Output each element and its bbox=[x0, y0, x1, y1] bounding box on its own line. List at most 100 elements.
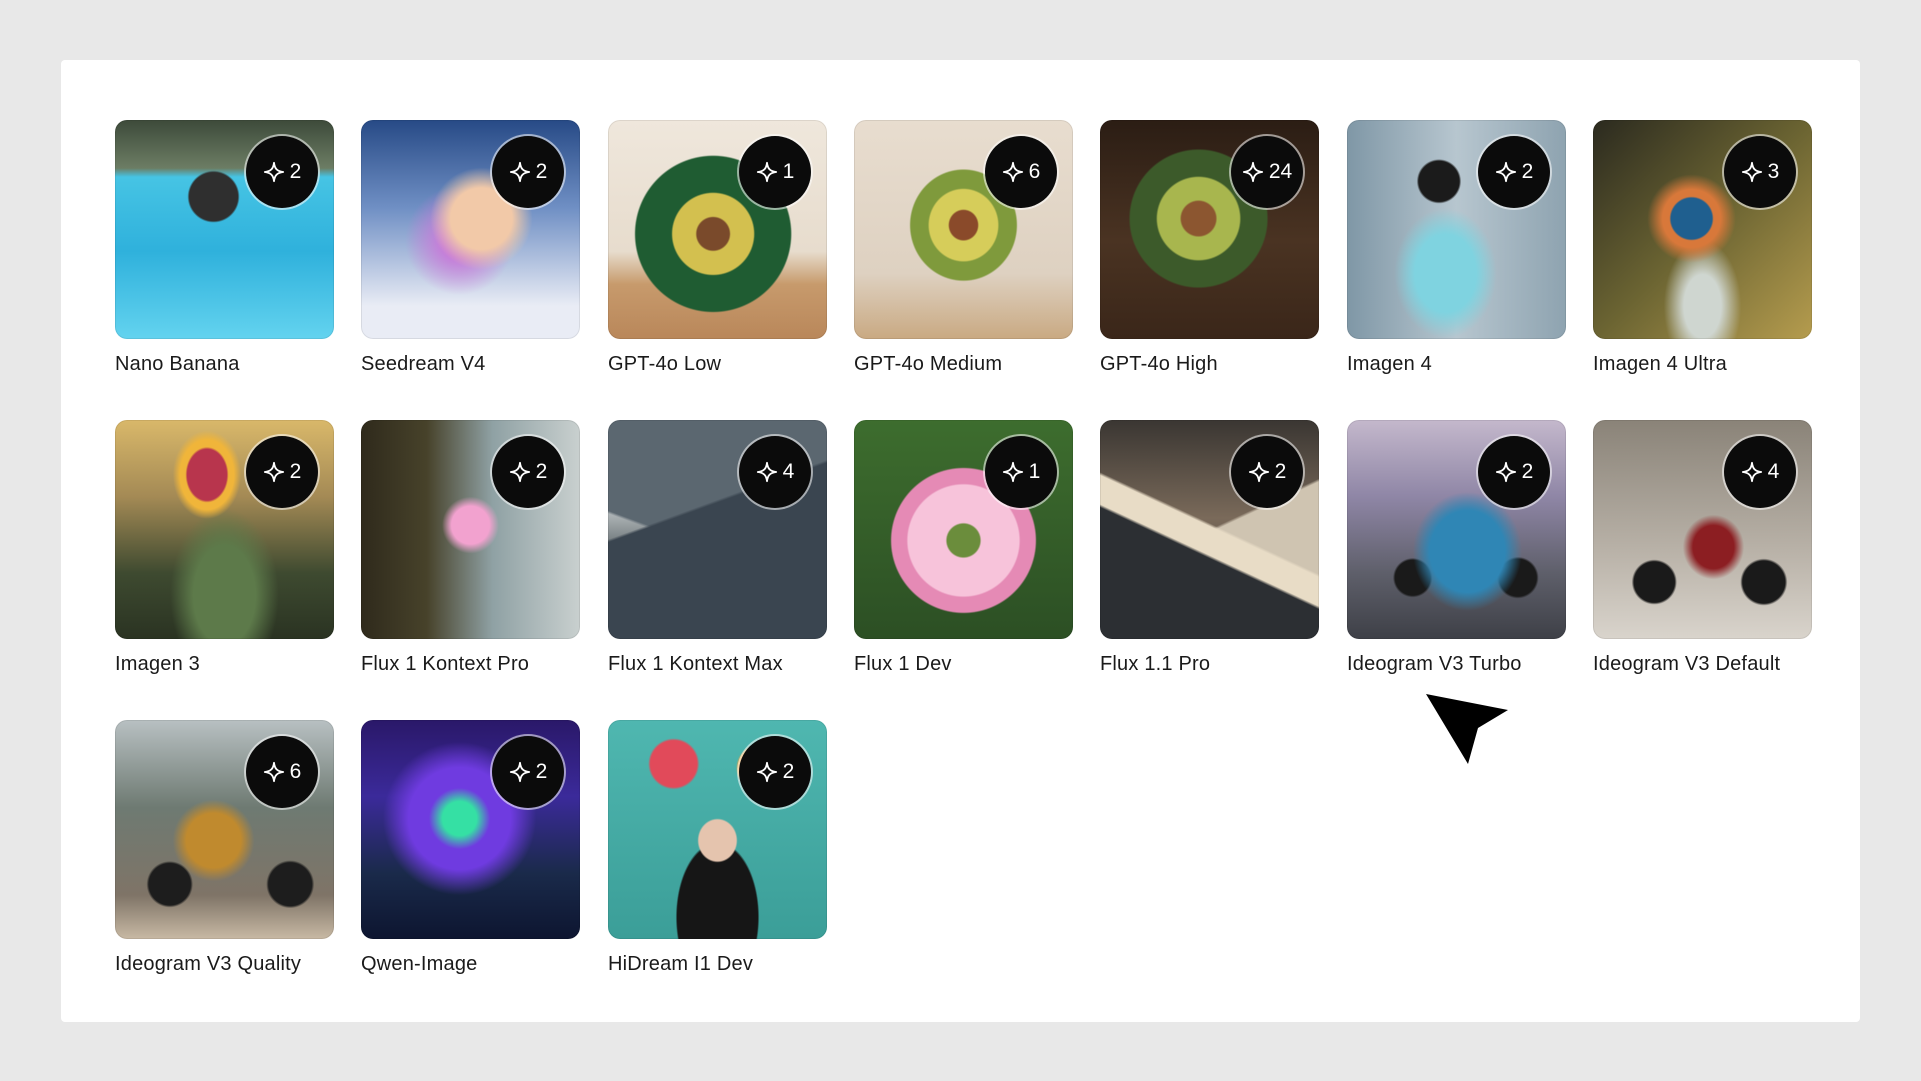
model-card[interactable]: 3 Imagen 4 Ultra bbox=[1593, 120, 1812, 376]
model-thumbnail[interactable]: 2 bbox=[361, 120, 580, 339]
credit-count: 2 bbox=[289, 160, 302, 183]
model-card[interactable]: 6 GPT-4o Medium bbox=[854, 120, 1073, 376]
credit-badge: 2 bbox=[1231, 436, 1303, 508]
model-card[interactable]: 2 HiDream I1 Dev bbox=[608, 720, 827, 976]
sparkle-icon bbox=[756, 761, 778, 783]
credit-badge: 2 bbox=[492, 736, 564, 808]
model-name: Imagen 3 bbox=[115, 653, 200, 675]
model-thumbnail[interactable]: 6 bbox=[854, 120, 1073, 339]
model-name: Flux 1.1 Pro bbox=[1100, 653, 1211, 675]
sparkle-icon bbox=[1002, 161, 1024, 183]
model-card[interactable]: 2 Ideogram V3 Turbo bbox=[1347, 420, 1566, 676]
model-name: Imagen 4 Ultra bbox=[1593, 353, 1727, 375]
credit-count: 4 bbox=[1767, 460, 1780, 483]
sparkle-icon bbox=[509, 461, 531, 483]
model-thumbnail[interactable]: 2 bbox=[1347, 420, 1566, 639]
credit-count: 6 bbox=[289, 760, 302, 783]
model-card[interactable]: 4 Ideogram V3 Default bbox=[1593, 420, 1812, 676]
sparkle-icon bbox=[1248, 461, 1270, 483]
model-thumbnail[interactable]: 4 bbox=[608, 420, 827, 639]
credit-count: 2 bbox=[1521, 460, 1534, 483]
model-card[interactable]: 2 Imagen 3 bbox=[115, 420, 334, 676]
credit-badge: 2 bbox=[1478, 136, 1550, 208]
credit-badge: 2 bbox=[246, 436, 318, 508]
model-name: Nano Banana bbox=[115, 353, 240, 375]
model-name: Qwen-Image bbox=[361, 953, 478, 975]
model-card[interactable]: 1 Flux 1 Dev bbox=[854, 420, 1073, 676]
sparkle-icon bbox=[1741, 461, 1763, 483]
model-thumbnail[interactable]: 2 bbox=[115, 420, 334, 639]
credit-badge: 4 bbox=[739, 436, 811, 508]
credit-count: 2 bbox=[535, 460, 548, 483]
credit-count: 3 bbox=[1767, 160, 1780, 183]
model-thumbnail[interactable]: 2 bbox=[608, 720, 827, 939]
sparkle-icon bbox=[1741, 161, 1763, 183]
model-name: HiDream I1 Dev bbox=[608, 953, 754, 975]
sparkle-icon bbox=[263, 161, 285, 183]
credit-badge: 2 bbox=[246, 136, 318, 208]
credit-badge: 1 bbox=[739, 136, 811, 208]
credit-count: 1 bbox=[782, 160, 795, 183]
model-name: Ideogram V3 Quality bbox=[115, 953, 302, 975]
sparkle-icon bbox=[509, 761, 531, 783]
sparkle-icon bbox=[756, 461, 778, 483]
model-card[interactable]: 2 Imagen 4 bbox=[1347, 120, 1566, 376]
model-gallery-panel: 2 Nano Banana 2 Seedream V4 1 GPT-4o Low 6 GPT-… bbox=[61, 60, 1860, 1022]
model-card[interactable]: 6 Ideogram V3 Quality bbox=[115, 720, 334, 976]
model-card[interactable]: 4 Flux 1 Kontext Max bbox=[608, 420, 827, 676]
model-thumbnail[interactable]: 6 bbox=[115, 720, 334, 939]
model-card[interactable]: 2 Flux 1 Kontext Pro bbox=[361, 420, 580, 676]
model-name: GPT-4o High bbox=[1100, 353, 1218, 375]
model-thumbnail[interactable]: 4 bbox=[1593, 420, 1812, 639]
model-card[interactable]: 1 GPT-4o Low bbox=[608, 120, 827, 376]
credit-count: 2 bbox=[782, 760, 795, 783]
sparkle-icon bbox=[1495, 461, 1517, 483]
model-thumbnail[interactable]: 3 bbox=[1593, 120, 1812, 339]
model-card[interactable]: 2 Nano Banana bbox=[115, 120, 334, 376]
sparkle-icon bbox=[1002, 461, 1024, 483]
model-card[interactable]: 2 Seedream V4 bbox=[361, 120, 580, 376]
model-name: Imagen 4 bbox=[1347, 353, 1432, 375]
sparkle-icon bbox=[509, 161, 531, 183]
sparkle-icon bbox=[263, 761, 285, 783]
model-thumbnail[interactable]: 2 bbox=[1100, 420, 1319, 639]
credit-badge: 6 bbox=[246, 736, 318, 808]
model-thumbnail[interactable]: 1 bbox=[854, 420, 1073, 639]
credit-count: 2 bbox=[1521, 160, 1534, 183]
credit-count: 2 bbox=[535, 760, 548, 783]
model-name: Seedream V4 bbox=[361, 353, 486, 375]
credit-badge: 1 bbox=[985, 436, 1057, 508]
credit-count: 2 bbox=[1274, 460, 1287, 483]
model-thumbnail[interactable]: 2 bbox=[1347, 120, 1566, 339]
model-card[interactable]: 24 GPT-4o High bbox=[1100, 120, 1319, 376]
credit-badge: 2 bbox=[1478, 436, 1550, 508]
credit-count: 2 bbox=[535, 160, 548, 183]
credit-badge: 6 bbox=[985, 136, 1057, 208]
credit-badge: 2 bbox=[492, 436, 564, 508]
credit-badge: 2 bbox=[492, 136, 564, 208]
credit-count: 24 bbox=[1268, 160, 1293, 183]
model-name: GPT-4o Low bbox=[608, 353, 722, 375]
model-thumbnail[interactable]: 2 bbox=[361, 420, 580, 639]
sparkle-icon bbox=[1495, 161, 1517, 183]
sparkle-icon bbox=[756, 161, 778, 183]
credit-count: 4 bbox=[782, 460, 795, 483]
sparkle-icon bbox=[263, 461, 285, 483]
credit-badge: 4 bbox=[1724, 436, 1796, 508]
credit-count: 1 bbox=[1028, 460, 1041, 483]
model-thumbnail[interactable]: 1 bbox=[608, 120, 827, 339]
credit-count: 2 bbox=[289, 460, 302, 483]
model-name: Flux 1 Kontext Max bbox=[608, 653, 783, 675]
model-card[interactable]: 2 Flux 1.1 Pro bbox=[1100, 420, 1319, 676]
sparkle-icon bbox=[1242, 161, 1264, 183]
model-name: Ideogram V3 Default bbox=[1593, 653, 1781, 675]
model-thumbnail[interactable]: 2 bbox=[361, 720, 580, 939]
model-thumbnail[interactable]: 2 bbox=[115, 120, 334, 339]
model-name: Ideogram V3 Turbo bbox=[1347, 653, 1522, 675]
model-name: Flux 1 Dev bbox=[854, 653, 952, 675]
credit-badge: 24 bbox=[1231, 136, 1303, 208]
model-card[interactable]: 2 Qwen-Image bbox=[361, 720, 580, 976]
model-thumbnail[interactable]: 24 bbox=[1100, 120, 1319, 339]
credit-count: 6 bbox=[1028, 160, 1041, 183]
credit-badge: 2 bbox=[739, 736, 811, 808]
